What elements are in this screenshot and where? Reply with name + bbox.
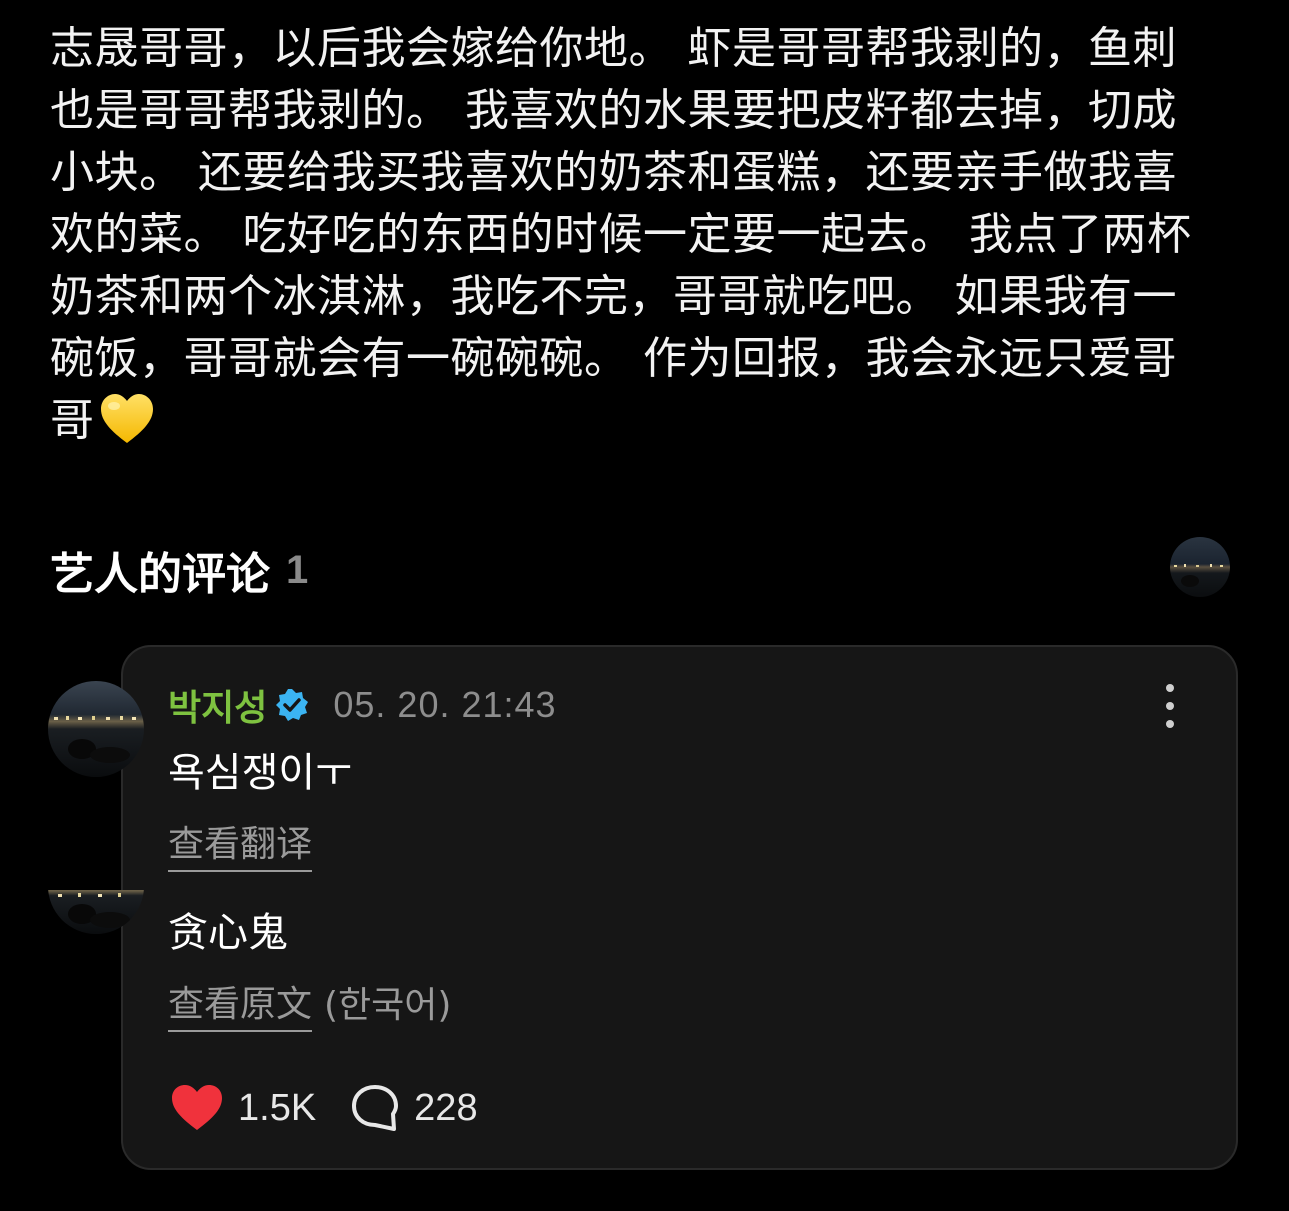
avatar[interactable] <box>1170 537 1230 597</box>
yellow-heart-icon <box>99 393 155 462</box>
like-count: 1.5K <box>238 1086 317 1129</box>
avatar-image <box>48 890 144 934</box>
artist-comments-header: 艺人的评论 1 <box>50 538 308 602</box>
original-language-label: (한국어) <box>324 985 452 1026</box>
view-original-row: 查看原文 (한국어) <box>168 980 451 1032</box>
comment-timestamp: 05. 20. 21:43 <box>333 684 557 725</box>
comment-bubble-icon[interactable] <box>350 1084 400 1132</box>
view-translation-link[interactable]: 查看翻译 <box>168 820 313 872</box>
post-line: 奶茶和两个冰淇淋，我吃不完，哥哥就吃吧。 如果我有一 <box>50 271 1177 322</box>
avatar[interactable] <box>48 890 144 934</box>
heart-icon[interactable] <box>170 1084 224 1132</box>
view-original-link[interactable]: 查看原文 <box>168 980 313 1032</box>
more-dot-icon <box>1166 684 1174 692</box>
section-title: 艺人的评论 <box>50 549 270 600</box>
comment-actions: 1.5K 228 <box>170 1080 478 1136</box>
comment-count: 1 <box>286 547 309 592</box>
post-body: 志晟哥哥，以后我会嫁给你地。 虾是哥哥帮我剥的，鱼刺 也是哥哥帮我剥的。 我喜欢… <box>50 18 1230 462</box>
reply-count: 228 <box>414 1086 478 1129</box>
post-line: 哥 <box>50 395 95 446</box>
comment-header: 박지성 05. 20. 21:43 <box>168 680 557 730</box>
verified-badge-icon <box>275 688 309 722</box>
post-line: 志晟哥哥，以后我会嫁给你地。 虾是哥哥帮我剥的，鱼刺 <box>50 23 1177 74</box>
avatar[interactable] <box>48 681 144 777</box>
post-line: 碗饭，哥哥就会有一碗碗碗。 作为回报，我会永远只爱哥 <box>50 333 1177 384</box>
post-line: 小块。 还要给我买我喜欢的奶茶和蛋糕，还要亲手做我喜 <box>50 147 1177 198</box>
more-options-button[interactable] <box>1150 684 1190 728</box>
post-line: 欢的菜。 吃好吃的东西的时候一定要一起去。 我点了两杯 <box>50 209 1192 260</box>
translated-text: 贪心鬼 <box>168 910 288 956</box>
post-line: 也是哥哥帮我剥的。 我喜欢的水果要把皮籽都去掉，切成 <box>50 85 1177 136</box>
more-dot-icon <box>1166 702 1174 710</box>
post-last-line: 哥 <box>50 390 1230 462</box>
author-name[interactable]: 박지성 <box>168 679 267 731</box>
comment-text: 욕심쟁이ㅜ <box>168 750 352 796</box>
more-dot-icon <box>1166 720 1174 728</box>
